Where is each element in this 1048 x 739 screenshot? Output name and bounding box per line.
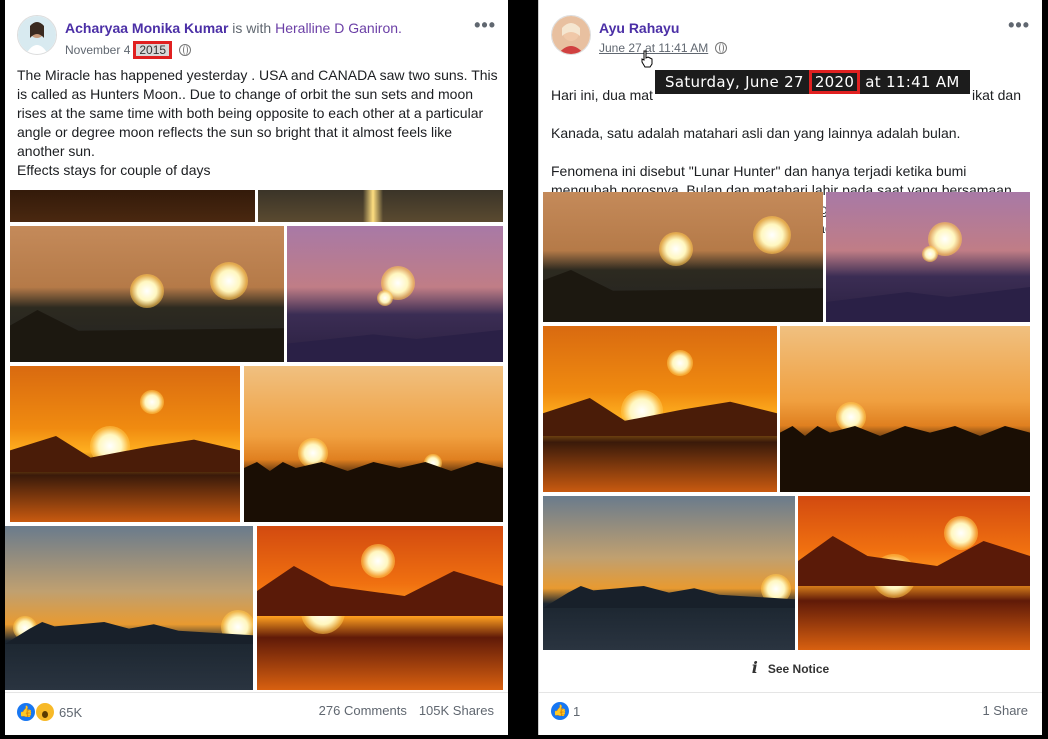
photo[interactable] <box>10 190 255 222</box>
share-count[interactable]: 105K Shares <box>419 703 494 718</box>
tooltip-time: at 11:41 AM <box>865 73 960 91</box>
share-count[interactable]: 1 Share <box>982 703 1028 718</box>
post-timestamp[interactable]: November 4 2015 <box>65 41 192 59</box>
text-line-start: Hari ini, dua mat <box>551 87 653 103</box>
photo[interactable] <box>10 366 240 522</box>
like-reaction-icon: 👍 <box>551 702 569 720</box>
hand-cursor-icon <box>641 50 653 68</box>
post-stats: 1 Share <box>982 703 1028 718</box>
tagged-person[interactable]: Heralline D Ganiron. <box>275 20 402 36</box>
post-stats: 276 Comments 105K Shares <box>319 703 494 718</box>
date-prefix: November 4 <box>65 43 131 57</box>
globe-icon <box>179 44 192 56</box>
more-options-icon[interactable]: ••• <box>474 15 496 36</box>
globe-icon <box>715 42 728 54</box>
with-text: is with <box>232 20 272 36</box>
photo[interactable] <box>543 496 795 650</box>
photo[interactable] <box>780 326 1030 492</box>
see-notice[interactable]: i See Notice <box>539 658 1042 677</box>
photo[interactable] <box>5 526 253 690</box>
photo[interactable] <box>826 192 1030 322</box>
year-highlight: 2015 <box>133 41 173 59</box>
post-footer: 👍 1 1 Share <box>539 692 1042 731</box>
post-footer: 👍 65K 276 Comments 105K Shares <box>5 692 508 731</box>
photo[interactable] <box>258 190 503 222</box>
photo[interactable] <box>543 326 777 492</box>
photo[interactable] <box>543 192 823 322</box>
reaction-count: 1 <box>573 703 581 719</box>
post-header: Ayu Rahayu <box>599 20 679 36</box>
reactions[interactable]: 👍 65K <box>17 702 82 722</box>
reaction-count: 65K <box>59 704 83 720</box>
post-header: Acharyaa Monika Kumar is with Heralline … <box>65 20 402 36</box>
comment-count[interactable]: 276 Comments <box>319 703 407 718</box>
photo[interactable] <box>244 366 503 522</box>
date-tooltip: Saturday, June 27 2020 at 11:41 AM <box>655 70 970 94</box>
left-post: Acharyaa Monika Kumar is with Heralline … <box>5 0 508 735</box>
post-text: The Miracle has happened yesterday . USA… <box>17 67 498 178</box>
notice-label: See Notice <box>767 662 830 676</box>
wow-reaction-icon <box>35 702 55 722</box>
text-line-end: ikat dan <box>971 87 1021 103</box>
photo[interactable] <box>287 226 503 362</box>
tooltip-year-highlight: 2020 <box>808 70 861 94</box>
like-reaction-icon: 👍 <box>17 703 35 721</box>
avatar[interactable] <box>551 15 591 55</box>
tooltip-date: Saturday, June 27 <box>665 73 804 91</box>
right-post: Ayu Rahayu June 27 at 11:41 AM ••• Hari … <box>538 0 1042 735</box>
info-icon: i <box>751 658 758 677</box>
avatar[interactable] <box>17 15 57 55</box>
author-name[interactable]: Acharyaa Monika Kumar <box>65 20 228 36</box>
more-options-icon[interactable]: ••• <box>1008 15 1030 36</box>
photo[interactable] <box>798 496 1030 650</box>
post-timestamp[interactable]: June 27 at 11:41 AM <box>599 41 728 55</box>
author-name[interactable]: Ayu Rahayu <box>599 20 679 36</box>
photo[interactable] <box>10 226 284 362</box>
photo[interactable] <box>257 526 503 690</box>
text-line: Kanada, satu adalah matahari asli dan ya… <box>551 125 961 141</box>
reactions[interactable]: 👍 1 <box>551 702 580 720</box>
